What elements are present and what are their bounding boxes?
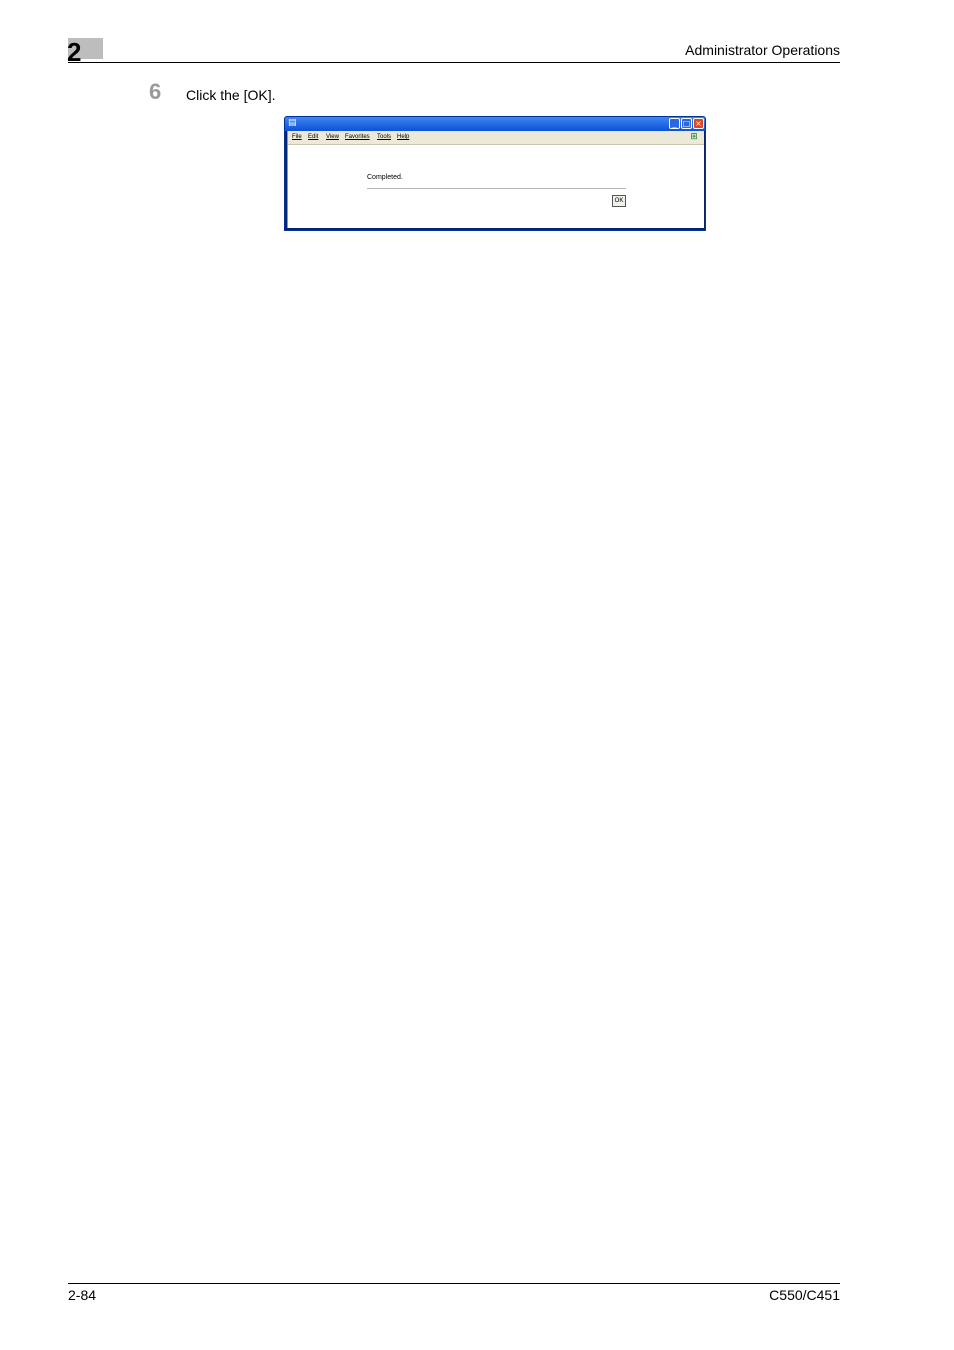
maximize-button[interactable]: □ (681, 118, 692, 129)
step-number: 6 (149, 79, 162, 104)
completed-message: Completed. (367, 174, 403, 181)
ie-page-icon: ▤ (288, 118, 297, 128)
menu-favorites[interactable]: Favorites (345, 131, 370, 144)
close-button[interactable]: × (693, 118, 704, 129)
browser-window-screenshot: ▤ _ □ × File Edit View Favorites Tools H… (284, 116, 706, 231)
step-instruction: Click the [OK]. (186, 87, 276, 103)
ok-button[interactable]: OK (612, 195, 626, 207)
menu-edit[interactable]: Edit (308, 131, 318, 144)
minimize-button[interactable]: _ (669, 118, 680, 129)
window-titlebar: ▤ _ □ × (285, 117, 705, 131)
menu-file[interactable]: File (292, 131, 302, 144)
menu-bar: File Edit View Favorites Tools Help ⊞ (288, 131, 704, 145)
section-title: Administrator Operations (685, 42, 840, 58)
footer-divider (68, 1283, 840, 1284)
header-divider (68, 62, 840, 63)
dialog-divider (367, 188, 626, 189)
menu-tools[interactable]: Tools (377, 131, 391, 144)
menu-help[interactable]: Help (397, 131, 409, 144)
menu-view[interactable]: View (326, 131, 339, 144)
model-name: C550/C451 (769, 1287, 840, 1303)
windows-logo-icon: ⊞ (690, 132, 698, 142)
page-number: 2-84 (68, 1287, 97, 1303)
window-client-area: File Edit View Favorites Tools Help ⊞ Co… (287, 131, 704, 228)
